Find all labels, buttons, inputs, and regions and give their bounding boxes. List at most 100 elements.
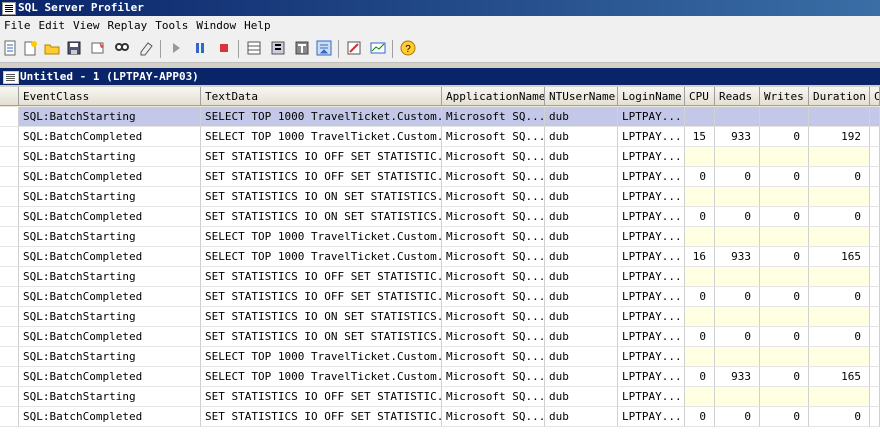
column-header-login-name[interactable]: LoginName [618, 87, 685, 106]
event-class-cell: SQL:BatchStarting [19, 187, 201, 207]
application-name-cell: Microsoft SQ... [442, 207, 545, 227]
writes-cell: 0 [760, 207, 809, 227]
text-data-cell: SELECT TOP 1000 TravelTicket.Custom... [201, 367, 442, 387]
login-name-cell: LPTPAY... [618, 347, 685, 367]
column-header-duration[interactable]: Duration [809, 87, 870, 106]
cpu-cell: 16 [685, 247, 715, 267]
row-gutter-cell [0, 107, 19, 127]
extra-cell [870, 167, 880, 187]
cpu-cell [685, 227, 715, 247]
help-icon[interactable]: ? [400, 40, 416, 56]
menu-edit[interactable]: Edit [35, 16, 70, 35]
duration-cell [809, 267, 870, 287]
menu-tools[interactable]: Tools [151, 16, 192, 35]
extra-cell [870, 347, 880, 367]
column-header-application-name[interactable]: ApplicationName [442, 87, 545, 106]
table-row[interactable]: SQL:BatchCompleted SET STATISTICS IO ON S… [0, 207, 880, 227]
reads-cell: 0 [715, 167, 760, 187]
login-name-cell: LPTPAY... [618, 207, 685, 227]
table-row[interactable]: SQL:BatchStarting SET STATISTICS IO ON SE… [0, 307, 880, 327]
table-row[interactable]: SQL:BatchStarting SET STATISTICS IO ON SE… [0, 187, 880, 207]
row-gutter-cell [0, 287, 19, 307]
table-row[interactable]: SQL:BatchStarting SET STATISTICS IO OFF S… [0, 267, 880, 287]
cpu-cell: 0 [685, 367, 715, 387]
table-row[interactable]: SQL:BatchCompleted SELECT TOP 1000 Travel… [0, 247, 880, 267]
writes-cell: 0 [760, 367, 809, 387]
aggregated-icon[interactable] [270, 40, 286, 56]
column-header-reads[interactable]: Reads [715, 87, 760, 106]
cpu-cell [685, 187, 715, 207]
column-header-extra[interactable]: C [870, 87, 880, 106]
table-row[interactable]: SQL:BatchCompleted SET STATISTICS IO OFF … [0, 407, 880, 427]
duration-cell: 0 [809, 207, 870, 227]
header-gutter [0, 87, 19, 106]
sql-server-icon[interactable] [346, 40, 362, 56]
menu-window[interactable]: Window [192, 16, 240, 35]
new-trace-icon[interactable] [2, 40, 18, 56]
toolbar-separator [392, 40, 393, 58]
reads-cell [715, 267, 760, 287]
reads-cell: 0 [715, 207, 760, 227]
reads-cell: 0 [715, 327, 760, 347]
table-row[interactable]: SQL:BatchCompleted SELECT TOP 1000 Travel… [0, 367, 880, 387]
writes-cell [760, 347, 809, 367]
cpu-cell [685, 347, 715, 367]
column-header-cpu[interactable]: CPU [685, 87, 715, 106]
column-header-row: EventClass TextData ApplicationName NTUserN… [0, 87, 880, 107]
login-name-cell: LPTPAY... [618, 227, 685, 247]
table-row[interactable]: SQL:BatchCompleted SET STATISTICS IO ON S… [0, 327, 880, 347]
nt-user-name-cell: dub [545, 307, 618, 327]
save-icon[interactable] [66, 40, 82, 56]
menu-file[interactable]: File [0, 16, 35, 35]
nt-user-name-cell: dub [545, 147, 618, 167]
extra-cell [870, 307, 880, 327]
application-name-cell: Microsoft SQ... [442, 167, 545, 187]
extra-cell [870, 107, 880, 127]
clear-icon[interactable] [138, 40, 154, 56]
event-class-cell: SQL:BatchCompleted [19, 327, 201, 347]
nt-user-name-cell: dub [545, 287, 618, 307]
menu-help[interactable]: Help [240, 16, 275, 35]
login-name-cell: LPTPAY... [618, 267, 685, 287]
menu-replay[interactable]: Replay [104, 16, 152, 35]
groupby-icon[interactable] [294, 40, 310, 56]
duration-cell [809, 347, 870, 367]
table-row[interactable]: SQL:BatchStarting SET STATISTICS IO OFF S… [0, 387, 880, 407]
properties-icon[interactable] [90, 40, 106, 56]
column-header-event-class[interactable]: EventClass [19, 87, 201, 106]
table-row[interactable]: SQL:BatchStarting SELECT TOP 1000 TravelT… [0, 107, 880, 127]
find-icon[interactable] [114, 40, 130, 56]
performance-monitor-icon[interactable] [370, 40, 386, 56]
stop-icon[interactable] [216, 40, 232, 56]
reads-cell [715, 187, 760, 207]
event-class-cell: SQL:BatchCompleted [19, 167, 201, 187]
table-row[interactable]: SQL:BatchCompleted SET STATISTICS IO OFF … [0, 167, 880, 187]
extra-cell [870, 207, 880, 227]
columns-icon[interactable] [246, 40, 262, 56]
table-row[interactable]: SQL:BatchCompleted SET STATISTICS IO OFF … [0, 287, 880, 307]
table-row[interactable]: SQL:BatchCompleted SELECT TOP 1000 Travel… [0, 127, 880, 147]
column-header-nt-user-name[interactable]: NTUserName [545, 87, 618, 106]
open-icon[interactable] [44, 40, 60, 56]
column-header-writes[interactable]: Writes [760, 87, 809, 106]
column-header-text-data[interactable]: TextData [201, 87, 442, 106]
table-row[interactable]: SQL:BatchStarting SELECT TOP 1000 TravelT… [0, 227, 880, 247]
event-class-cell: SQL:BatchCompleted [19, 247, 201, 267]
extra-cell [870, 247, 880, 267]
new-template-icon[interactable] [22, 40, 38, 56]
document-title-bar[interactable]: Untitled - 1 (LPTPAY-APP03) [0, 68, 880, 85]
nt-user-name-cell: dub [545, 407, 618, 427]
menu-view[interactable]: View [69, 16, 104, 35]
run-icon[interactable] [168, 40, 184, 56]
row-gutter-cell [0, 147, 19, 167]
writes-cell: 0 [760, 167, 809, 187]
extra-cell [870, 327, 880, 347]
table-row[interactable]: SQL:BatchStarting SET STATISTICS IO OFF S… [0, 147, 880, 167]
pause-icon[interactable] [192, 40, 208, 56]
application-name-cell: Microsoft SQ... [442, 387, 545, 407]
text-data-cell: SET STATISTICS IO OFF SET STATISTIC... [201, 287, 442, 307]
reads-cell [715, 307, 760, 327]
event-class-cell: SQL:BatchStarting [19, 147, 201, 167]
table-row[interactable]: SQL:BatchStarting SELECT TOP 1000 TravelT… [0, 347, 880, 367]
auto-scroll-icon[interactable] [316, 40, 332, 56]
